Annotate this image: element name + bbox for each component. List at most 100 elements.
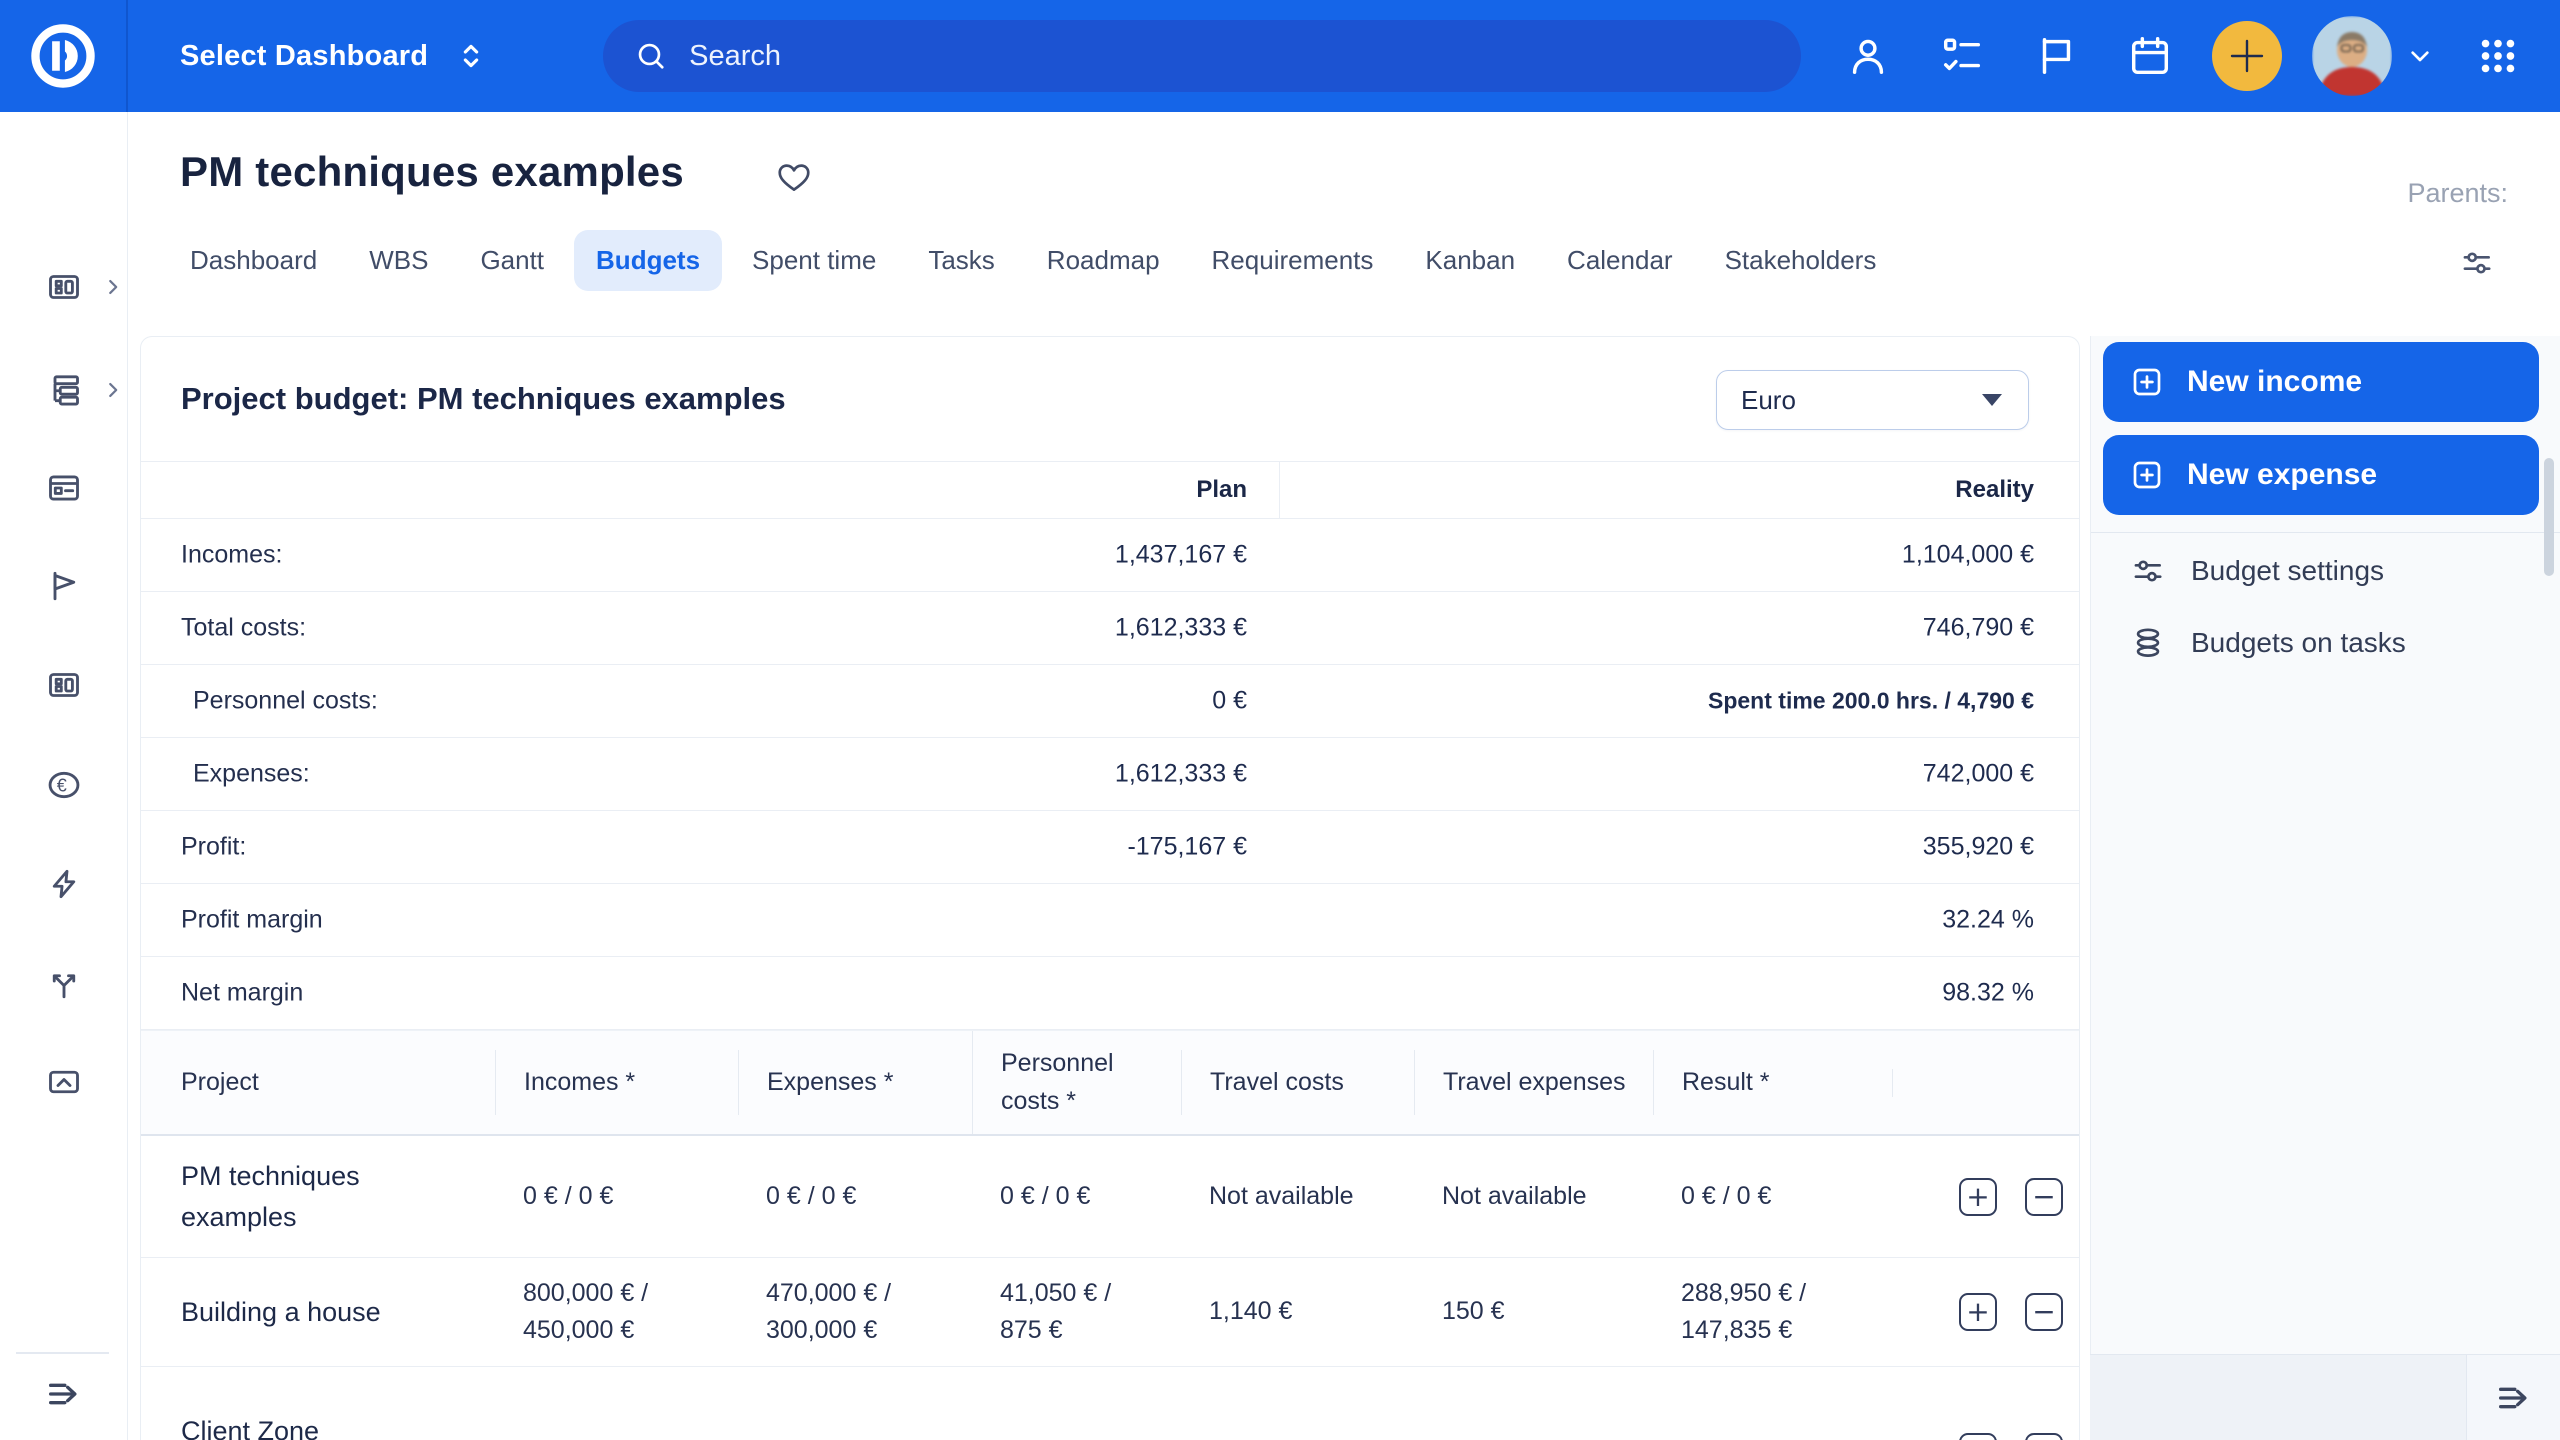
summary-col-plan: Plan [1196,476,1247,504]
sort-chevrons-icon [454,39,488,73]
summary-col-reality: Reality [1955,476,2034,504]
tab-spent-time[interactable]: Spent time [730,230,898,291]
tab-kanban[interactable]: Kanban [1403,230,1537,291]
user-menu[interactable] [2312,16,2436,96]
tab-budgets[interactable]: Budgets [574,230,722,291]
tab-stakeholders[interactable]: Stakeholders [1703,230,1899,291]
tab-calendar[interactable]: Calendar [1545,230,1695,291]
page-scrollbar-thumb[interactable] [2544,458,2554,576]
sidebar-divider [16,1352,109,1354]
boxed-plus-icon [2129,364,2165,400]
summary-row-personnel-costs: Personnel costs: 0 € Spent time 200.0 hr… [141,665,2079,738]
reality-percent: 98.32 % [1942,979,2034,1008]
reality-value: 742,000 € [1923,760,2034,789]
menu-arrow-right-icon [44,1374,84,1414]
quick-add-button[interactable] [2212,21,2282,91]
new-income-button[interactable]: New income [2103,342,2539,422]
result-cell: 0 € / 0 € [1653,1164,1892,1230]
project-tabs: Dashboard WBS Gantt Budgets Spent time T… [168,230,1898,291]
travel-expenses-cell: Not available [1414,1419,1653,1440]
row-label: Net margin [181,979,303,1008]
col-result: Result * [1653,1050,1892,1116]
sidebar-dashboards-icon[interactable] [46,269,82,305]
projects-table-header: Project Incomes * Expenses * Personnel c… [141,1030,2079,1136]
summary-row-expenses: Expenses: 1,612,333 € 742,000 € [141,738,2079,811]
row-actions: + − [1892,1279,2081,1345]
avatar [2312,16,2392,96]
tab-requirements[interactable]: Requirements [1190,230,1396,291]
apps-grid-button[interactable] [2466,24,2530,88]
add-row-button[interactable]: + [1959,1178,1997,1216]
favorite-heart-icon[interactable] [775,158,813,196]
tab-wbs[interactable]: WBS [347,230,450,291]
project-name-link[interactable]: PM techniques examples [141,1142,441,1251]
currency-selected-value: Euro [1741,385,1796,416]
col-expenses: Expenses * [738,1050,972,1116]
sidebar-archive-tray-icon[interactable] [46,1064,82,1100]
tab-roadmap[interactable]: Roadmap [1025,230,1182,291]
row-label: Profit margin [181,906,323,935]
flag-icon [2033,33,2079,79]
tab-dashboard[interactable]: Dashboard [168,230,339,291]
sidebar-milestone-flag-icon[interactable] [46,568,82,604]
topbar-icons [1836,16,2530,96]
search-input[interactable]: Search [603,20,1801,92]
flag-button[interactable] [2024,24,2088,88]
summary-row-profit-margin: Profit margin 32.24 % [141,884,2079,957]
currency-select[interactable]: Euro [1716,370,2029,430]
right-sidebar-expand-button[interactable] [2466,1355,2560,1440]
expenses-cell: 0 € / 0 € [738,1164,972,1230]
search-icon [633,38,669,74]
travel-costs-cell: Not available [1181,1164,1414,1230]
summary-row-total-costs: Total costs: 1,612,333 € 746,790 € [141,592,2079,665]
calendar-button[interactable] [2118,24,2182,88]
project-name-link[interactable]: Building a house [141,1278,441,1347]
new-expense-button[interactable]: New expense [2103,435,2539,515]
sidebar-wbs-tree-icon[interactable] [46,372,82,408]
row-label: Expenses: [193,760,310,789]
tab-tasks[interactable]: Tasks [906,230,1016,291]
table-row: PM techniques examples 0 € / 0 € 0 € / 0… [141,1136,2079,1258]
result-value: 288,950 € / 147,835 € [1681,1279,1806,1345]
topbar: Select Dashboard Search [0,0,2560,112]
tasks-button[interactable] [1930,24,1994,88]
sidebar-budget-euro-icon[interactable]: € [46,767,82,803]
app-logo[interactable] [0,0,128,112]
sidebar-board-icon[interactable] [46,470,82,506]
project-name-link[interactable]: Client Zone Development and [141,1397,441,1440]
new-expense-label: New expense [2187,458,2377,492]
remove-row-button[interactable]: − [2025,1178,2063,1216]
dashboard-selector[interactable]: Select Dashboard [180,39,488,73]
menu-arrow-right-icon [2494,1378,2534,1418]
tab-gantt[interactable]: Gantt [458,230,566,291]
calendar-icon [2127,33,2173,79]
remove-row-button[interactable]: − [2025,1293,2063,1331]
person-icon [1845,33,1891,79]
page-filter-sliders-icon[interactable] [2460,246,2494,280]
chevron-right-icon[interactable] [102,276,124,298]
expenses-cell: 470,000 € / 300,000 € [738,1261,972,1364]
budgets-on-tasks-link[interactable]: Budgets on tasks [2131,626,2406,660]
sidebar-expand-button[interactable] [44,1374,84,1414]
reality-value: 746,790 € [1923,614,2034,643]
app-window: Select Dashboard Search [0,0,2560,1440]
new-income-label: New income [2187,365,2362,399]
add-row-button[interactable]: + [1959,1433,1997,1440]
plan-value: 0 € [1212,687,1247,716]
right-sidebar-divider [2091,532,2560,533]
remove-row-button[interactable]: − [2025,1433,2063,1440]
plan-value: 1,437,167 € [1115,541,1247,570]
profile-button[interactable] [1836,24,1900,88]
result-value: 0 € / 0 € [1681,1182,1771,1210]
sidebar-modules-icon[interactable] [46,667,82,703]
plan-value-negative: -175,167 € [1127,833,1247,862]
sidebar-sprint-lightning-icon[interactable] [46,866,82,902]
chevron-right-icon[interactable] [102,379,124,401]
budget-settings-link[interactable]: Budget settings [2131,554,2384,588]
travel-costs-cell: 1,140 € [1181,1279,1414,1345]
add-row-button[interactable]: + [1959,1293,1997,1331]
sidebar-workflow-split-icon[interactable] [46,966,82,1002]
personnel-costs-cell: 0 € / 25 € [972,1419,1181,1440]
result-cell: 0 € / -25 € [1653,1419,1892,1440]
budgets-on-tasks-label: Budgets on tasks [2191,627,2406,659]
